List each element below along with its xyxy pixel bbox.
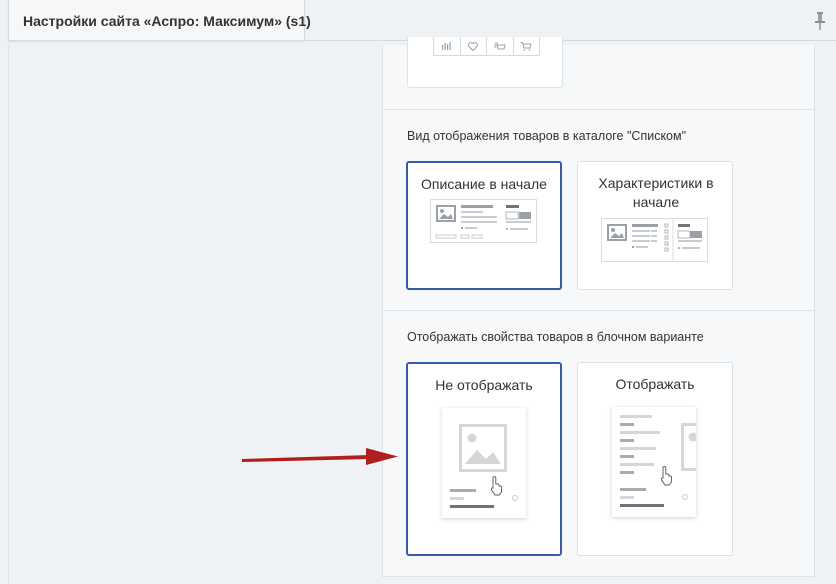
left-frame bbox=[8, 45, 383, 584]
quick-order-icon bbox=[493, 42, 506, 49]
option-description-first[interactable]: Описание в начале bbox=[406, 161, 562, 290]
section-title-list-view: Вид отображения товаров в каталоге "Спис… bbox=[407, 129, 687, 143]
settings-panel: Вид отображения товаров в каталоге "Спис… bbox=[382, 37, 815, 577]
red-arrow-annotation bbox=[242, 448, 398, 465]
window-title-tab: Настройки сайта «Аспро: Максимум» (s1) bbox=[8, 0, 311, 41]
titlebar-divider bbox=[305, 40, 836, 41]
list-layout-preview-icon bbox=[601, 218, 708, 262]
option-label: Отображать bbox=[615, 376, 695, 392]
option-label: Описание в начале bbox=[421, 176, 547, 192]
cart-icon bbox=[520, 41, 532, 51]
product-actions-toolbar bbox=[433, 37, 540, 56]
option-characteristics-first[interactable]: Характеристики в начале bbox=[577, 161, 733, 290]
view-option-card-partial[interactable] bbox=[407, 37, 563, 88]
section-divider bbox=[383, 310, 814, 311]
block-card-preview-icon bbox=[612, 407, 696, 517]
option-do-not-display[interactable]: Не отображать bbox=[406, 362, 562, 556]
section-title-block-properties: Отображать свойства товаров в блочном ва… bbox=[407, 330, 704, 344]
option-label: Характеристики в начале bbox=[598, 175, 714, 210]
option-label: Не отображать bbox=[435, 377, 533, 393]
pin-icon[interactable] bbox=[812, 11, 828, 31]
favorite-heart-icon bbox=[468, 41, 479, 51]
compare-icon bbox=[441, 42, 451, 50]
section-divider bbox=[383, 109, 814, 110]
window-title: Настройки сайта «Аспро: Максимум» (s1) bbox=[23, 13, 311, 29]
block-card-preview-icon bbox=[442, 408, 526, 518]
option-display[interactable]: Отображать bbox=[577, 362, 733, 556]
list-layout-preview-icon bbox=[430, 199, 537, 243]
